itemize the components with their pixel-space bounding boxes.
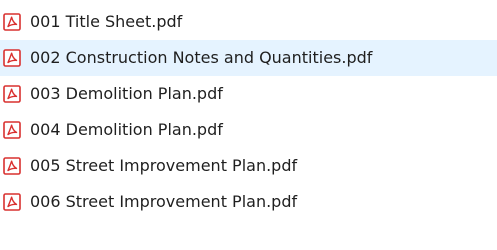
pdf-file-icon — [3, 157, 21, 175]
file-item[interactable]: 004 Demolition Plan.pdf — [0, 112, 497, 148]
pdf-file-icon — [3, 121, 21, 139]
file-name: 004 Demolition Plan.pdf — [30, 120, 223, 139]
file-name: 002 Construction Notes and Quantities.pd… — [30, 48, 373, 67]
file-name: 001 Title Sheet.pdf — [30, 12, 183, 31]
file-item[interactable]: 003 Demolition Plan.pdf — [0, 76, 497, 112]
file-name: 005 Street Improvement Plan.pdf — [30, 156, 298, 175]
pdf-file-icon — [3, 49, 21, 67]
file-item[interactable]: 001 Title Sheet.pdf — [0, 4, 497, 40]
file-item[interactable]: 006 Street Improvement Plan.pdf — [0, 184, 497, 220]
file-item[interactable]: 002 Construction Notes and Quantities.pd… — [0, 40, 497, 76]
file-list: 001 Title Sheet.pdf 002 Construction Not… — [0, 4, 497, 220]
file-item[interactable]: 005 Street Improvement Plan.pdf — [0, 148, 497, 184]
pdf-file-icon — [3, 85, 21, 103]
pdf-file-icon — [3, 13, 21, 31]
file-name: 003 Demolition Plan.pdf — [30, 84, 223, 103]
pdf-file-icon — [3, 193, 21, 211]
file-name: 006 Street Improvement Plan.pdf — [30, 192, 298, 211]
